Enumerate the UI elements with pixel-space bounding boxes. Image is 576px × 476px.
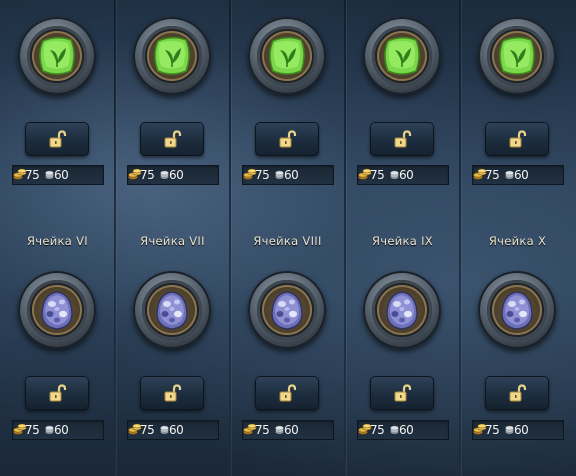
- gold-price: 75: [140, 423, 155, 437]
- unlock-icon: [394, 130, 412, 148]
- unlock-button[interactable]: [485, 376, 549, 410]
- silver-coins-icon: [45, 425, 54, 434]
- spotted-egg-icon: [262, 285, 312, 335]
- silver-price: 60: [54, 423, 69, 437]
- price-box: 75 60: [357, 165, 449, 185]
- cell-label: Ячейка VI: [27, 234, 88, 248]
- unlock-button[interactable]: [370, 122, 434, 156]
- gold-price: 75: [25, 423, 40, 437]
- unlock-button[interactable]: [255, 122, 319, 156]
- unlock-icon: [279, 130, 297, 148]
- slot-socket: [372, 280, 432, 340]
- unlock-icon: [164, 384, 182, 402]
- silver-price: 60: [284, 168, 299, 182]
- silver-price: 60: [54, 168, 69, 182]
- silver-coins-icon: [505, 170, 514, 179]
- unlock-icon: [509, 130, 527, 148]
- silver-price: 60: [284, 423, 299, 437]
- price-box: 75 60: [12, 420, 104, 440]
- silver-coins-icon: [390, 170, 399, 179]
- gold-price: 75: [140, 168, 155, 182]
- silver-price: 60: [514, 168, 529, 182]
- cell-slot[interactable]: [133, 271, 211, 349]
- price-box: 75 60: [472, 165, 564, 185]
- green-leaf-gem-icon: [32, 31, 82, 81]
- silver-coins-icon: [45, 170, 54, 179]
- gold-price: 75: [255, 423, 270, 437]
- unlock-button[interactable]: [140, 122, 204, 156]
- price-box: 75 60: [127, 165, 219, 185]
- gold-price: 75: [370, 168, 385, 182]
- unlock-icon: [49, 384, 67, 402]
- unlock-button[interactable]: [255, 376, 319, 410]
- unlock-button[interactable]: [25, 122, 89, 156]
- cell-slot[interactable]: [363, 271, 441, 349]
- silver-price: 60: [399, 168, 414, 182]
- cell-slot[interactable]: [18, 271, 96, 349]
- silver-price: 60: [169, 168, 184, 182]
- price-box: 75 60: [127, 420, 219, 440]
- unlock-icon: [394, 384, 412, 402]
- cell-slot[interactable]: [18, 17, 96, 95]
- gold-price: 75: [485, 168, 500, 182]
- slot-socket: [487, 280, 547, 340]
- cell-slot[interactable]: [478, 17, 556, 95]
- unlock-icon: [509, 384, 527, 402]
- slot-socket: [142, 26, 202, 86]
- unlock-icon: [164, 130, 182, 148]
- slot-socket: [257, 26, 317, 86]
- slot-socket: [257, 280, 317, 340]
- silver-price: 60: [169, 423, 184, 437]
- slot-socket: [372, 26, 432, 86]
- silver-price: 60: [399, 423, 414, 437]
- cell-label: Ячейка X: [488, 234, 547, 248]
- unlock-button[interactable]: [25, 376, 89, 410]
- slot-socket: [142, 280, 202, 340]
- cell-slot[interactable]: [248, 271, 326, 349]
- price-box: 75 60: [242, 420, 334, 440]
- spotted-egg-icon: [377, 285, 427, 335]
- silver-coins-icon: [275, 425, 284, 434]
- unlock-button[interactable]: [140, 376, 204, 410]
- cell-label: Ячейка VIII: [253, 234, 322, 248]
- cell-label: Ячейка VII: [140, 234, 205, 248]
- silver-coins-icon: [275, 170, 284, 179]
- cell-slot[interactable]: [478, 271, 556, 349]
- spotted-egg-icon: [32, 285, 82, 335]
- slot-socket: [487, 26, 547, 86]
- unlock-button[interactable]: [370, 376, 434, 410]
- silver-coins-icon: [390, 425, 399, 434]
- silver-coins-icon: [160, 425, 169, 434]
- gold-price: 75: [485, 423, 500, 437]
- gold-price: 75: [25, 168, 40, 182]
- gold-price: 75: [370, 423, 385, 437]
- unlock-button[interactable]: [485, 122, 549, 156]
- spotted-egg-icon: [492, 285, 542, 335]
- unlock-icon: [49, 130, 67, 148]
- price-box: 75 60: [357, 420, 449, 440]
- cell-label: Ячейка IX: [372, 234, 433, 248]
- cell-slot[interactable]: [133, 17, 211, 95]
- price-box: 75 60: [12, 165, 104, 185]
- gold-price: 75: [255, 168, 270, 182]
- unlock-icon: [279, 384, 297, 402]
- cell-slot[interactable]: [363, 17, 441, 95]
- slot-socket: [27, 280, 87, 340]
- price-box: 75 60: [472, 420, 564, 440]
- green-leaf-gem-icon: [147, 31, 197, 81]
- silver-coins-icon: [160, 170, 169, 179]
- silver-coins-icon: [505, 425, 514, 434]
- spotted-egg-icon: [147, 285, 197, 335]
- green-leaf-gem-icon: [262, 31, 312, 81]
- green-leaf-gem-icon: [492, 31, 542, 81]
- silver-price: 60: [514, 423, 529, 437]
- cell-slot[interactable]: [248, 17, 326, 95]
- slot-socket: [27, 26, 87, 86]
- green-leaf-gem-icon: [377, 31, 427, 81]
- price-box: 75 60: [242, 165, 334, 185]
